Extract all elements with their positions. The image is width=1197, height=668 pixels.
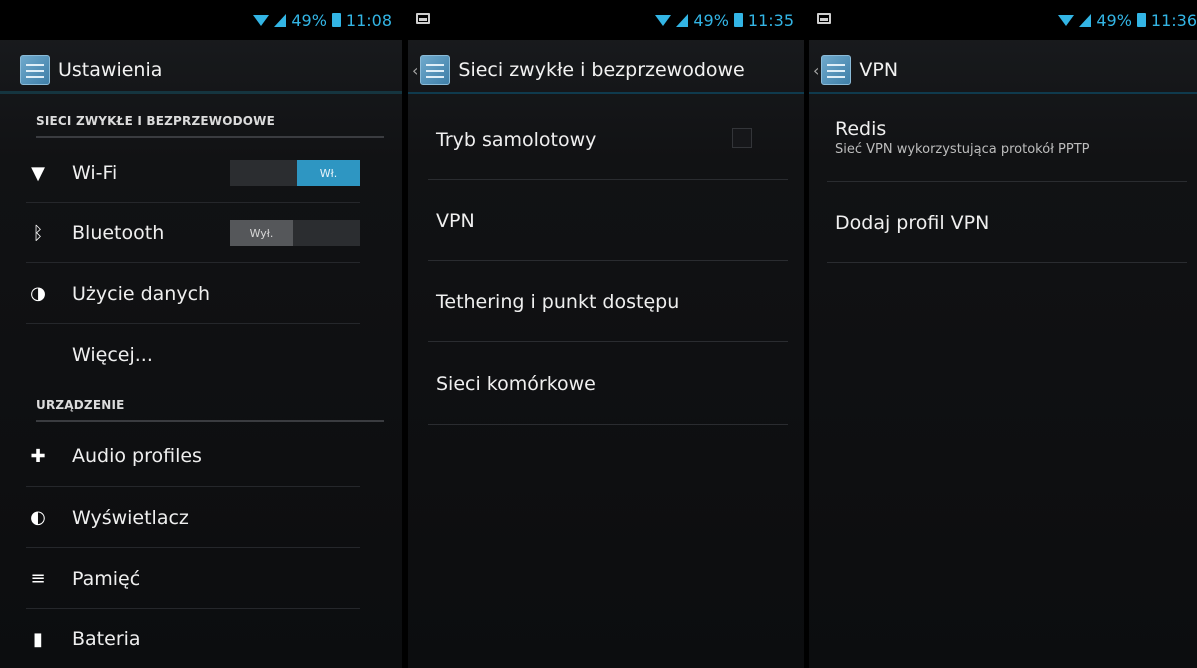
settings-item-battery[interactable]: ▮ Bateria [26, 610, 360, 668]
screens-container: 49% 11:08 Ustawienia SIECI ZWYKŁE I BEZP… [0, 0, 1197, 668]
page-title: Sieci zwykłe i bezprzewodowe [458, 59, 745, 81]
settings-item-storage[interactable]: ≡ Pamięć [26, 549, 360, 609]
battery-label: Bateria [72, 628, 141, 650]
wifi-signal-icon [655, 14, 672, 26]
tethering-label: Tethering i punkt dostępu [436, 290, 680, 313]
settings-item-more[interactable]: Więcej... [26, 325, 360, 385]
list-item-tethering[interactable]: Tethering i punkt dostępu [428, 262, 788, 342]
settings-item-display[interactable]: ◐ Wyświetlacz [26, 488, 360, 548]
settings-item-data-usage[interactable]: ◑ Użycie danych [26, 264, 360, 324]
vpn-profile-item[interactable]: Redis Sieć VPN wykorzystująca protokół P… [827, 118, 1187, 182]
settings-screen: 49% 11:08 Ustawienia SIECI ZWYKŁE I BEZP… [0, 0, 402, 668]
vpn-label: VPN [436, 209, 475, 232]
bluetooth-toggle[interactable]: Wył. [230, 220, 360, 246]
battery-status-icon [331, 13, 341, 27]
data-usage-icon: ◑ [30, 283, 46, 304]
display-icon: ◐ [30, 507, 46, 528]
airplane-mode-label: Tryb samolotowy [436, 128, 597, 151]
bluetooth-label: Bluetooth [72, 222, 165, 244]
clock: 11:36 [1150, 10, 1197, 30]
status-bar: 49% 11:08 [0, 0, 402, 40]
add-vpn-profile-label: Dodaj profil VPN [835, 211, 990, 234]
wifi-toggle[interactable]: Wł. [230, 160, 360, 186]
clock: 11:35 [747, 10, 794, 30]
wifi-toggle-state: Wł. [297, 160, 360, 186]
action-bar[interactable]: ‹ Sieci zwykłe i bezprzewodowe [408, 48, 804, 94]
battery-status-icon [1136, 13, 1146, 27]
audio-profiles-icon: ✚ [30, 445, 46, 467]
audio-profiles-label: Audio profiles [72, 445, 202, 467]
settings-item-bluetooth[interactable]: ᛒ Bluetooth Wył. [26, 204, 360, 263]
list-item-vpn[interactable]: VPN [428, 181, 788, 261]
page-title: Ustawienia [58, 58, 163, 81]
wifi-label: Wi-Fi [72, 162, 118, 184]
settings-item-wifi[interactable]: ▼ Wi-Fi Wł. [26, 144, 360, 203]
mobile-networks-label: Sieci komórkowe [436, 372, 596, 395]
action-bar[interactable]: ‹ VPN [809, 48, 1197, 94]
wifi-icon: ▼ [31, 162, 45, 184]
page-title: VPN [859, 59, 899, 81]
settings-app-icon[interactable] [420, 55, 451, 85]
battery-percent: 49% [1096, 10, 1132, 30]
notification-icon [416, 13, 430, 24]
up-caret-icon[interactable]: ‹ [412, 61, 418, 80]
notification-icon [817, 13, 831, 24]
storage-icon: ≡ [30, 568, 46, 589]
settings-app-icon [20, 54, 50, 85]
more-label: Więcej... [72, 344, 153, 366]
settings-app-icon[interactable] [821, 55, 852, 85]
display-label: Wyświetlacz [72, 506, 189, 529]
wifi-signal-icon [253, 14, 270, 26]
wifi-signal-icon [1058, 14, 1075, 26]
settings-item-audio-profiles[interactable]: ✚ Audio profiles [26, 426, 360, 487]
up-caret-icon[interactable]: ‹ [813, 61, 819, 80]
cell-signal-icon [274, 13, 287, 27]
cell-signal-icon [676, 13, 689, 27]
bluetooth-toggle-state: Wył. [230, 220, 293, 246]
action-bar: Ustawienia [0, 48, 402, 94]
status-bar: 49% 11:36 [809, 0, 1197, 40]
vpn-profile-name: Redis [835, 118, 887, 140]
storage-label: Pamięć [72, 567, 141, 590]
bluetooth-icon: ᛒ [32, 222, 44, 244]
list-item-airplane-mode[interactable]: Tryb samolotowy [428, 100, 788, 180]
add-vpn-profile-item[interactable]: Dodaj profil VPN [827, 183, 1187, 263]
list-item-mobile-networks[interactable]: Sieci komórkowe [428, 343, 788, 425]
battery-icon: ▮ [33, 628, 43, 650]
battery-percent: 49% [693, 10, 729, 30]
wireless-networks-screen: 49% 11:35 ‹ Sieci zwykłe i bezprzewodowe… [408, 0, 804, 668]
vpn-profile-description: Sieć VPN wykorzystująca protokół PPTP [835, 142, 1090, 157]
status-bar: 49% 11:35 [408, 0, 804, 40]
section-header-networks: SIECI ZWYKŁE I BEZPRZEWODOWE [36, 114, 384, 138]
data-usage-label: Użycie danych [72, 282, 211, 305]
battery-status-icon [733, 13, 743, 27]
cell-signal-icon [1079, 13, 1092, 27]
battery-percent: 49% [291, 10, 327, 30]
vpn-screen: 49% 11:36 ‹ VPN Redis Sieć VPN wykorzyst… [809, 0, 1197, 668]
section-header-device: URZĄDZENIE [36, 398, 384, 422]
clock: 11:08 [345, 10, 392, 30]
airplane-mode-checkbox[interactable] [732, 128, 752, 148]
